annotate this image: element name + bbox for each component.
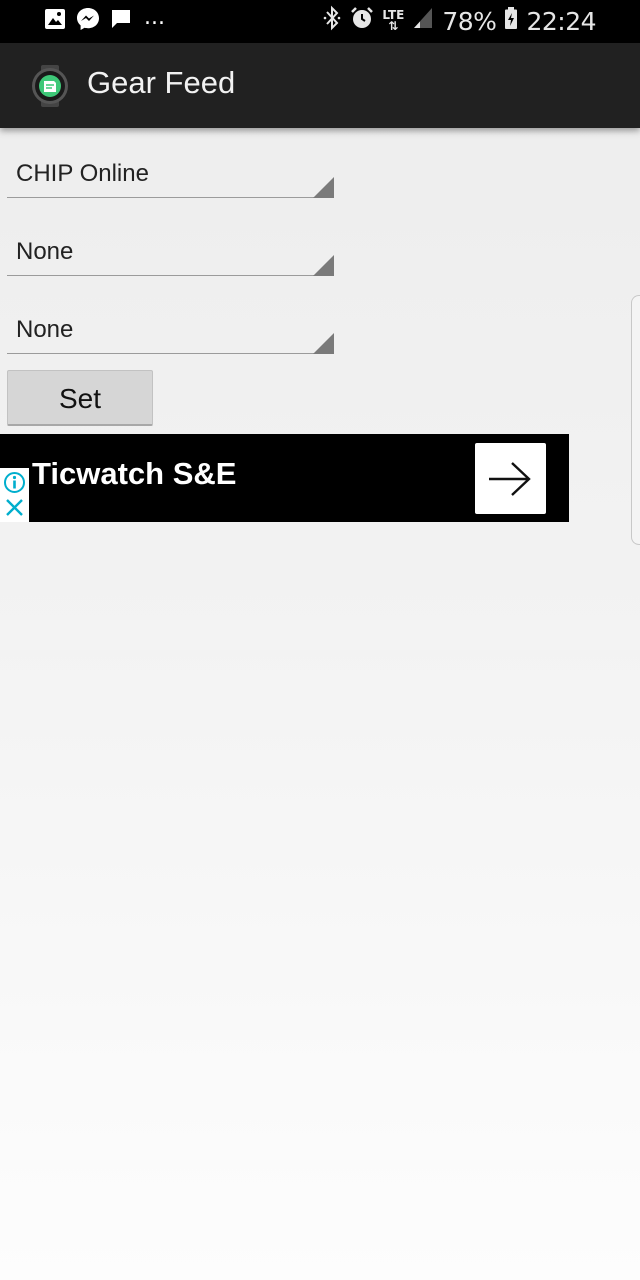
dropdown-triangle-icon — [313, 177, 334, 198]
spinner-value: None — [16, 238, 74, 265]
messenger-icon — [76, 7, 100, 35]
status-icons: LTE ⇅ 78% 22:24 — [322, 5, 596, 38]
gear-watch-icon — [30, 65, 70, 107]
lte-icon: LTE ⇅ — [382, 8, 405, 33]
chat-icon — [110, 8, 132, 34]
image-icon — [44, 8, 66, 34]
more-notifications: ... — [144, 4, 165, 30]
clock: 22:24 — [526, 6, 596, 36]
feed-spinner-2[interactable]: None — [7, 214, 334, 276]
lte-label: LTE — [382, 8, 405, 22]
alarm-icon — [350, 6, 374, 37]
spinner-value: None — [16, 316, 74, 343]
spinner-underline — [7, 275, 334, 276]
ad-choices[interactable] — [0, 468, 29, 522]
status-bar: ... LTE ⇅ 78% 22:24 — [0, 0, 640, 43]
bluetooth-icon — [322, 5, 342, 38]
signal-icon — [412, 6, 434, 37]
battery-icon — [504, 6, 518, 37]
info-icon[interactable] — [3, 471, 26, 498]
app-title: Gear Feed — [87, 65, 236, 100]
feed-spinner-1[interactable]: CHIP Online — [7, 136, 334, 198]
ad-open-button[interactable] — [475, 443, 546, 514]
close-icon[interactable] — [4, 497, 25, 522]
spinner-underline — [7, 353, 334, 354]
set-button[interactable]: Set — [7, 370, 153, 426]
edge-panel-handle[interactable] — [631, 295, 640, 545]
dropdown-triangle-icon — [313, 333, 334, 354]
dropdown-triangle-icon — [313, 255, 334, 276]
spinner-underline — [7, 197, 334, 198]
feed-spinner-3[interactable]: None — [7, 292, 334, 354]
spinner-value: CHIP Online — [16, 160, 149, 187]
ad-title[interactable]: Ticwatch S&E — [32, 456, 236, 492]
notification-icons: ... — [44, 4, 165, 35]
app-bar: Gear Feed — [0, 43, 640, 128]
ad-banner[interactable]: Ticwatch S&E — [0, 434, 569, 522]
arrow-right-icon — [487, 460, 533, 502]
battery-percent: 78% — [442, 6, 497, 36]
